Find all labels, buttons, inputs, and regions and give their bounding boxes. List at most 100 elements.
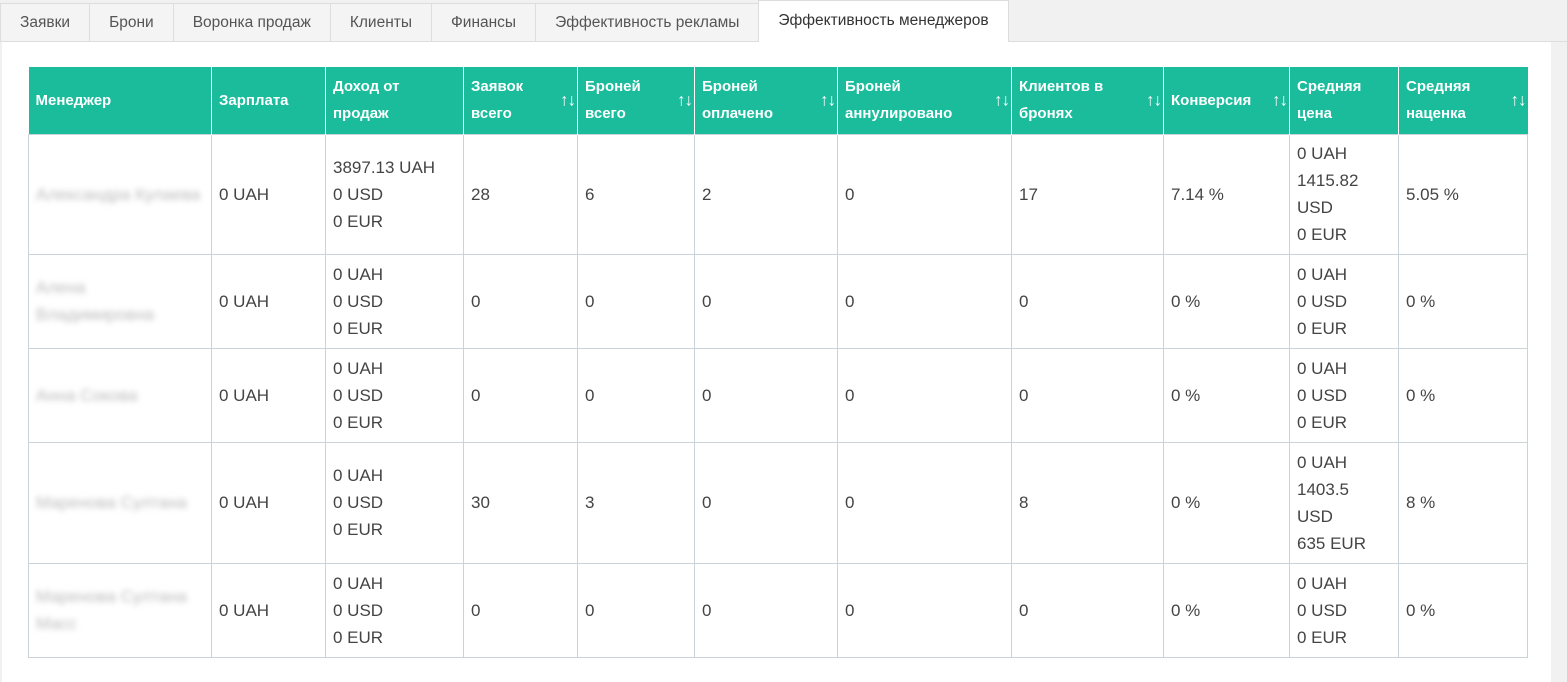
cell-bookings: 0 [577, 562, 695, 658]
cell-line: 0 UAH [1297, 264, 1348, 284]
cell-line: 0 UAH [333, 466, 384, 485]
column-header-avg-markup[interactable]: Средняя наценка ↑↓ [1398, 67, 1528, 134]
cell-income: 3897.13 UAH 0 USD 0 EUR [325, 133, 464, 255]
cell-avg-markup: 0 % [1398, 347, 1528, 443]
cell-line: USD [1297, 506, 1333, 526]
cell-manager: Маренова Султана [28, 441, 212, 564]
cell-income: 0 UAH 0 USD 0 EUR [325, 253, 464, 349]
cell-paid: 0 [694, 562, 838, 658]
cell-avg-price: 0 UAH 0 USD 0 EUR [1289, 253, 1399, 349]
cell-paid: 0 [694, 347, 838, 443]
column-header-label: Средняя цена [1297, 78, 1362, 123]
sort-arrows-icon[interactable]: ↑↓ [820, 87, 836, 114]
tab-sales-funnel[interactable]: Воронка продаж [172, 3, 331, 41]
cell-cancelled: 0 [837, 133, 1012, 255]
table-row: Александра Кулаева 0 UAH 3897.13 UAH 0 USD 0… [28, 133, 1528, 255]
cell-line: 0 UAH [1297, 452, 1348, 472]
cell-line: 3897.13 UAH [333, 157, 436, 177]
column-header-requests[interactable]: Заявок всего ↑↓ [463, 67, 578, 134]
cell-line: 0 EUR [333, 318, 384, 338]
cell-clients: 17 [1011, 133, 1164, 255]
cell-clients: 8 [1011, 441, 1164, 564]
column-header-label: Броней аннулировано [845, 78, 953, 123]
cell-line: 0 UAH [1297, 144, 1348, 163]
cell-line: 0 EUR [1297, 318, 1348, 338]
cell-salary: 0 UAH [211, 562, 326, 658]
sort-arrows-icon[interactable]: ↑↓ [1511, 87, 1527, 114]
sort-arrows-icon[interactable]: ↑↓ [994, 87, 1010, 114]
column-header-clients[interactable]: Клиентов в бронях ↑↓ [1011, 67, 1164, 134]
tab-bar: Заявки Брони Воронка продаж Клиенты Фина… [0, 0, 1567, 42]
cell-conversion: 0 % [1163, 441, 1290, 564]
column-header-manager: Менеджер [28, 67, 212, 134]
cell-line: 0 EUR [333, 627, 384, 647]
tab-finances[interactable]: Финансы [431, 3, 537, 41]
column-header-conversion[interactable]: Конверсия ↑↓ [1163, 67, 1290, 134]
cell-line: 0 UAH [333, 358, 384, 378]
tab-ad-efficiency[interactable]: Эффективность рекламы [535, 3, 760, 41]
cell-bookings: 6 [577, 133, 695, 255]
cell-line: 0 USD [333, 493, 384, 512]
cell-avg-markup: 0 % [1398, 562, 1528, 658]
tab-clients[interactable]: Клиенты [329, 3, 432, 41]
cell-requests: 0 [463, 347, 578, 443]
cell-clients: 0 [1011, 562, 1164, 658]
cell-conversion: 7.14 % [1163, 133, 1290, 255]
cell-conversion: 0 % [1163, 253, 1290, 349]
tab-panel: Менеджер Зарплата Доход от продаж Заявок вс… [2, 42, 1551, 682]
sort-arrows-icon[interactable]: ↑↓ [1272, 87, 1288, 114]
cell-requests: 0 [463, 562, 578, 658]
cell-manager: Александра Кулаева [28, 133, 212, 255]
cell-conversion: 0 % [1163, 562, 1290, 658]
tab-manager-efficiency[interactable]: Эффективность менеджеров [758, 0, 1009, 42]
cell-bookings: 0 [577, 253, 695, 349]
cell-requests: 28 [463, 133, 578, 255]
cell-avg-markup: 0 % [1398, 253, 1528, 349]
cell-avg-price: 0 UAH 0 USD 0 EUR [1289, 562, 1399, 658]
cell-avg-price: 0 UAH 0 USD 0 EUR [1289, 347, 1399, 443]
sort-arrows-icon[interactable]: ↑↓ [1146, 87, 1162, 114]
column-header-label: Менеджер [35, 91, 112, 109]
cell-line: 0 USD [1297, 291, 1348, 311]
cell-clients: 0 [1011, 253, 1164, 349]
cell-line: 1403.5 [1297, 479, 1349, 499]
cell-manager: Алена Владимировна [28, 253, 212, 349]
column-header-label: Зарплата [219, 91, 289, 109]
table-row: Анна Сокова 0 UAH 0 UAH 0 USD 0 EUR 0 0 0 0 0 0 % 0… [28, 347, 1528, 443]
cell-line: 0 UAH [333, 573, 384, 593]
column-header-salary: Зарплата [211, 67, 326, 134]
cell-line: 0 USD [333, 291, 384, 311]
cell-line: 0 EUR [333, 211, 384, 231]
cell-line: 0 USD [333, 184, 384, 204]
cell-line: 0 EUR [1297, 225, 1348, 244]
sort-arrows-icon[interactable]: ↑↓ [677, 87, 693, 114]
tab-bookings[interactable]: Брони [89, 3, 174, 41]
cell-line: 0 USD [1297, 385, 1348, 405]
cell-line: 0 UAH [1297, 358, 1348, 378]
table-row: Маренова Султана 0 UAH 0 UAH 0 USD 0 EUR 30 3 0… [28, 441, 1528, 564]
cell-clients: 0 [1011, 347, 1164, 443]
cell-salary: 0 UAH [211, 133, 326, 255]
cell-avg-markup: 5.05 % [1398, 133, 1528, 255]
cell-paid: 0 [694, 441, 838, 564]
cell-line: 0 USD [333, 600, 384, 620]
tab-requests[interactable]: Заявки [0, 3, 91, 41]
cell-line: 0 UAH [333, 264, 384, 284]
column-header-label: Броней всего [585, 78, 641, 123]
cell-requests: 0 [463, 253, 578, 349]
column-header-label: Конверсия [1171, 91, 1252, 109]
column-header-bookings[interactable]: Броней всего ↑↓ [577, 67, 695, 134]
column-header-label: Доход от продаж [333, 78, 400, 123]
cell-line: 0 EUR [1297, 627, 1348, 647]
cell-income: 0 UAH 0 USD 0 EUR [325, 562, 464, 658]
sort-arrows-icon[interactable]: ↑↓ [560, 87, 576, 114]
cell-paid: 2 [694, 133, 838, 255]
cell-cancelled: 0 [837, 347, 1012, 443]
cell-conversion: 0 % [1163, 347, 1290, 443]
cell-avg-price: 0 UAH 1415.82 USD 0 EUR [1289, 133, 1399, 255]
column-header-paid[interactable]: Броней оплачено ↑↓ [694, 67, 838, 134]
cell-line: 0 EUR [1297, 412, 1348, 432]
cell-salary: 0 UAH [211, 253, 326, 349]
column-header-cancelled[interactable]: Броней аннулировано ↑↓ [837, 67, 1012, 134]
cell-line: 635 EUR [1297, 533, 1366, 553]
